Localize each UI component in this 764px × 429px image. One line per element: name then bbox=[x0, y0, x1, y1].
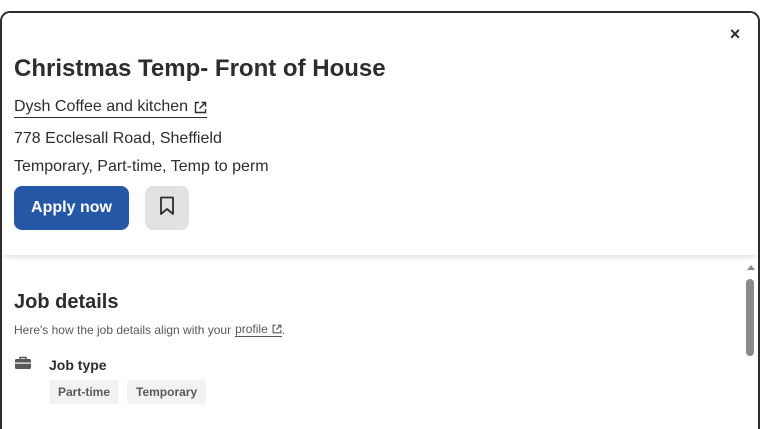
scroll-up-arrow-icon[interactable] bbox=[747, 265, 755, 270]
job-detail-panel: × Christmas Temp- Front of House Dysh Co… bbox=[0, 11, 760, 429]
job-type-tag: Part-time bbox=[49, 380, 120, 404]
job-location: 778 Ecclesall Road, Sheffield bbox=[14, 130, 222, 147]
subtitle-period: . bbox=[281, 322, 286, 337]
close-button[interactable]: × bbox=[726, 25, 744, 43]
job-type-label: Job type bbox=[49, 357, 107, 373]
save-job-button[interactable] bbox=[145, 186, 189, 230]
job-type-tags: Part-time Temporary bbox=[49, 380, 207, 404]
scrollbar[interactable] bbox=[744, 261, 758, 429]
company-name: Dysh Coffee and kitchen bbox=[14, 98, 189, 115]
job-details-heading: Job details bbox=[14, 291, 119, 313]
external-link-icon bbox=[272, 324, 282, 334]
job-details-subtitle: Here's how the job details align with yo… bbox=[14, 322, 285, 337]
profile-link-label: profile bbox=[235, 322, 268, 336]
briefcase-icon bbox=[14, 356, 32, 370]
job-types-summary: Temporary, Part-time, Temp to perm bbox=[14, 158, 269, 175]
close-icon: × bbox=[729, 24, 741, 44]
external-link-icon bbox=[194, 101, 207, 114]
job-details-subtitle-text: Here's how the job details align with yo… bbox=[14, 322, 232, 337]
bookmark-icon bbox=[159, 196, 175, 221]
job-header: × Christmas Temp- Front of House Dysh Co… bbox=[2, 13, 758, 255]
job-title: Christmas Temp- Front of House bbox=[14, 55, 386, 82]
company-link[interactable]: Dysh Coffee and kitchen bbox=[14, 98, 208, 118]
job-type-tag: Temporary bbox=[127, 380, 207, 404]
profile-link[interactable]: profile bbox=[235, 322, 282, 337]
apply-now-button[interactable]: Apply now bbox=[14, 186, 129, 230]
scrollbar-thumb[interactable] bbox=[746, 279, 754, 356]
